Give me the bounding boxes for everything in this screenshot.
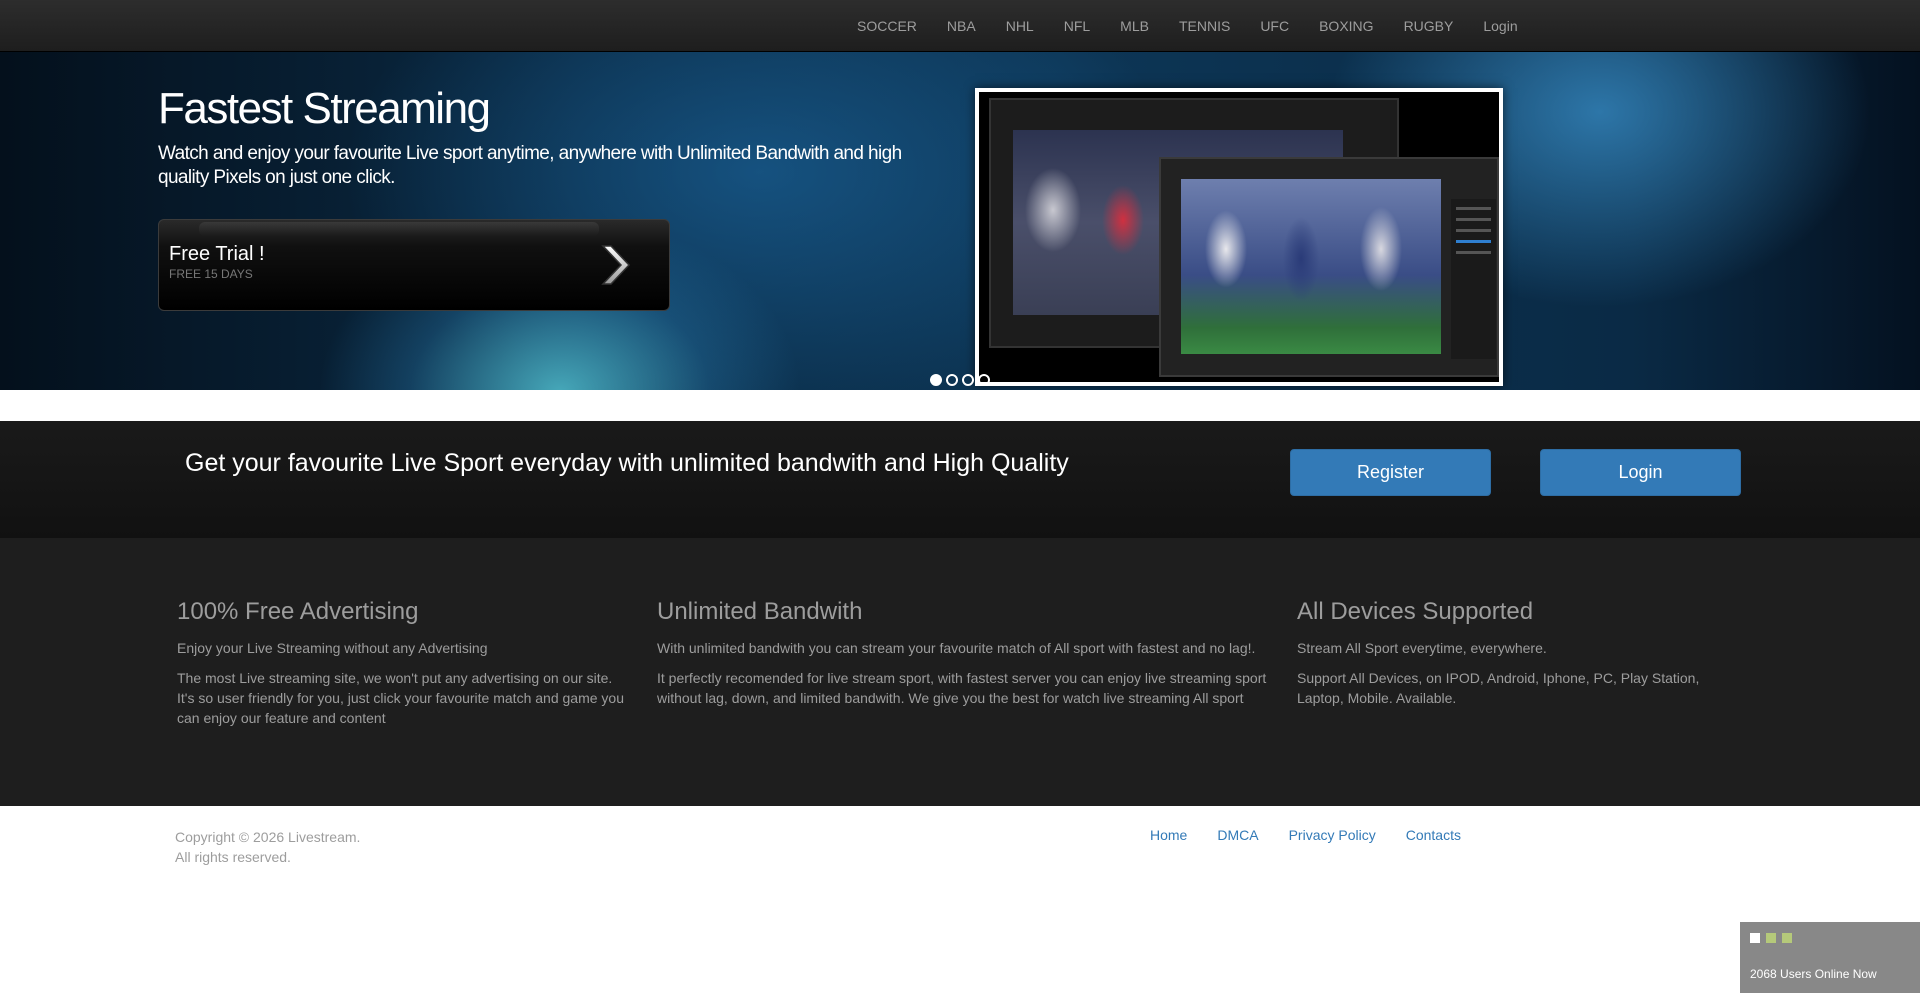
nav-item-rugby[interactable]: RUGBY [1389, 18, 1469, 34]
footer-link-dmca[interactable]: DMCA [1217, 827, 1258, 843]
nav-item-soccer[interactable]: SOCCER [842, 18, 932, 34]
top-navbar: SOCCER NBA NHL NFL MLB TENNIS UFC BOXING… [0, 0, 1920, 52]
copyright-line: Copyright © 2026 Livestream. [175, 829, 361, 845]
free-trial-subtitle: FREE 15 DAYS [169, 267, 253, 281]
footer-link-home[interactable]: Home [1150, 827, 1187, 843]
footer-link-privacy-policy[interactable]: Privacy Policy [1289, 827, 1376, 843]
register-button[interactable]: Register [1290, 449, 1491, 496]
football-photo [1181, 179, 1441, 354]
copyright: Copyright © 2026 Livestream. All rights … [175, 827, 360, 867]
cta-text: Get your favourite Live Sport everyday w… [185, 449, 1069, 477]
nav-item-tennis[interactable]: TENNIS [1164, 18, 1245, 34]
feature-title: 100% Free Advertising [177, 598, 419, 625]
feature-title: All Devices Supported [1297, 598, 1534, 625]
feature-lead: Enjoy your Live Streaming without any Ad… [177, 640, 488, 656]
nav-item-nba[interactable]: NBA [932, 18, 991, 34]
widget-square-icon [1782, 933, 1792, 943]
cta-bar: Get your favourite Live Sport everyday w… [0, 421, 1920, 538]
rights-line: All rights reserved. [175, 849, 291, 865]
nav-menu: SOCCER NBA NHL NFL MLB TENNIS UFC BOXING… [842, 0, 1533, 52]
feature-body: The most Live streaming site, we won't p… [177, 670, 624, 726]
widget-square-icon [1750, 933, 1760, 943]
nav-item-boxing[interactable]: BOXING [1304, 18, 1388, 34]
hero-slide-image [975, 88, 1503, 386]
footer-links: Home DMCA Privacy Policy Contacts [1150, 827, 1461, 843]
feature-unlimited-bandwith: Unlimited Bandwith With unlimited bandwi… [657, 598, 1272, 718]
carousel-dot-2[interactable] [946, 374, 958, 386]
feature-lead: With unlimited bandwith you can stream y… [657, 640, 1256, 656]
feature-body: It perfectly recomended for live stream … [657, 670, 1267, 706]
feature-lead: Stream All Sport everytime, everywhere. [1297, 640, 1547, 656]
carousel-indicators [930, 374, 990, 386]
online-users-widget[interactable]: 2068 Users Online Now [1740, 922, 1920, 993]
carousel-dot-3[interactable] [962, 374, 974, 386]
online-users-count: 2068 Users Online Now [1750, 967, 1877, 981]
feature-title: Unlimited Bandwith [657, 598, 863, 625]
hero-carousel: Fastest Streaming Watch and enjoy your f… [0, 52, 1920, 390]
page-footer: Copyright © 2026 Livestream. All rights … [0, 806, 1920, 993]
chevron-right-icon [601, 245, 631, 285]
carousel-dot-4[interactable] [978, 374, 990, 386]
nav-item-login[interactable]: Login [1468, 18, 1532, 34]
carousel-dot-1[interactable] [930, 374, 942, 386]
login-button[interactable]: Login [1540, 449, 1741, 496]
footer-link-contacts[interactable]: Contacts [1406, 827, 1461, 843]
nav-item-nhl[interactable]: NHL [991, 18, 1049, 34]
feature-free-advertising: 100% Free Advertising Enjoy your Live St… [177, 598, 632, 738]
hero-title: Fastest Streaming [158, 84, 491, 133]
features-section: 100% Free Advertising Enjoy your Live St… [0, 538, 1920, 806]
player-sidebar [1451, 199, 1496, 359]
nav-item-ufc[interactable]: UFC [1245, 18, 1304, 34]
free-trial-button[interactable]: Free Trial ! FREE 15 DAYS [158, 219, 670, 311]
button-shine [199, 222, 599, 236]
free-trial-title: Free Trial ! [169, 243, 265, 265]
feature-body: Support All Devices, on IPOD, Android, I… [1297, 670, 1700, 706]
front-monitor [1159, 157, 1499, 377]
feature-all-devices: All Devices Supported Stream All Sport e… [1297, 598, 1727, 718]
hero-subtitle: Watch and enjoy your favourite Live spor… [158, 143, 902, 188]
widget-square-icon [1766, 933, 1776, 943]
nav-item-mlb[interactable]: MLB [1105, 18, 1164, 34]
nav-item-nfl[interactable]: NFL [1049, 18, 1105, 34]
